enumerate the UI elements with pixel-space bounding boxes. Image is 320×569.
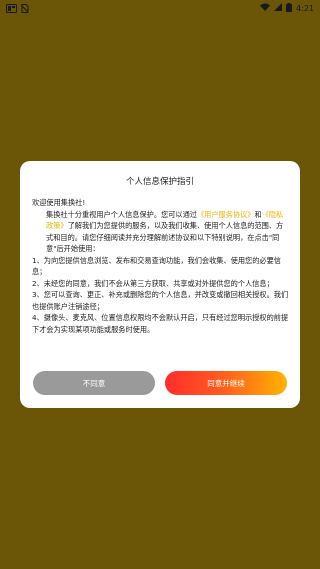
dialog-body: 欢迎使用集换社! 集换社十分重视用户个人信息保护。您可以通过《用户服务协议》和《… bbox=[32, 197, 290, 335]
signal-icon bbox=[274, 3, 283, 13]
battery-icon bbox=[286, 2, 293, 14]
list-item-3: 3、您可以查询、更正、补充或删除您的个人信息，并改变或撤回相关授权。我们也提供账… bbox=[32, 290, 289, 311]
status-bar-right: 4:21 bbox=[260, 2, 314, 14]
user-agreement-link[interactable]: 《用户服务协议》 bbox=[197, 210, 255, 219]
list-item-1: 1、为向您提供信息浏览、发布和交易查询功能，我们会收集、使用您的必要信息； bbox=[32, 255, 281, 277]
intro-paragraph: 集换社十分重视用户个人信息保护。您可以通过《用户服务协议》和《隐私政策》了解我们… bbox=[32, 209, 290, 255]
intro-text-part1: 集换社十分重视用户个人信息保护。您可以通过 bbox=[46, 209, 197, 219]
list-item-4: 4、摄像头、麦克风、位置信息权限均不会默认开启，只有经过您明示授权的前提下才会为… bbox=[32, 313, 289, 334]
wifi-icon bbox=[260, 3, 271, 13]
agree-continue-button[interactable]: 同意并继续 bbox=[165, 371, 287, 395]
intro-and-text: 和 bbox=[254, 209, 262, 219]
status-bar: 4:21 bbox=[0, 0, 320, 16]
dialog-title: 个人信息保护指引 bbox=[125, 177, 194, 187]
privacy-dialog: 个人信息保护指引 欢迎使用集换社! 集换社十分重视用户个人信息保护。您可以通过《… bbox=[20, 161, 300, 408]
status-bar-left bbox=[6, 4, 30, 13]
disagree-button[interactable]: 不同意 bbox=[33, 371, 155, 395]
status-time: 4:21 bbox=[296, 3, 314, 13]
no-sim-icon bbox=[20, 4, 30, 13]
greeting-text: 欢迎使用集换社! bbox=[32, 198, 86, 207]
app-notification-icon bbox=[6, 4, 17, 13]
list-item-2: 2、未经您的同意，我们不会从第三方获取、共享或对外提供您的个人信息； bbox=[32, 278, 274, 288]
intro-text-part2: 了解我们为您提供的服务，以及我们收集、使用个人信息的范围、方式和目的。请您仔细阅… bbox=[46, 221, 284, 253]
